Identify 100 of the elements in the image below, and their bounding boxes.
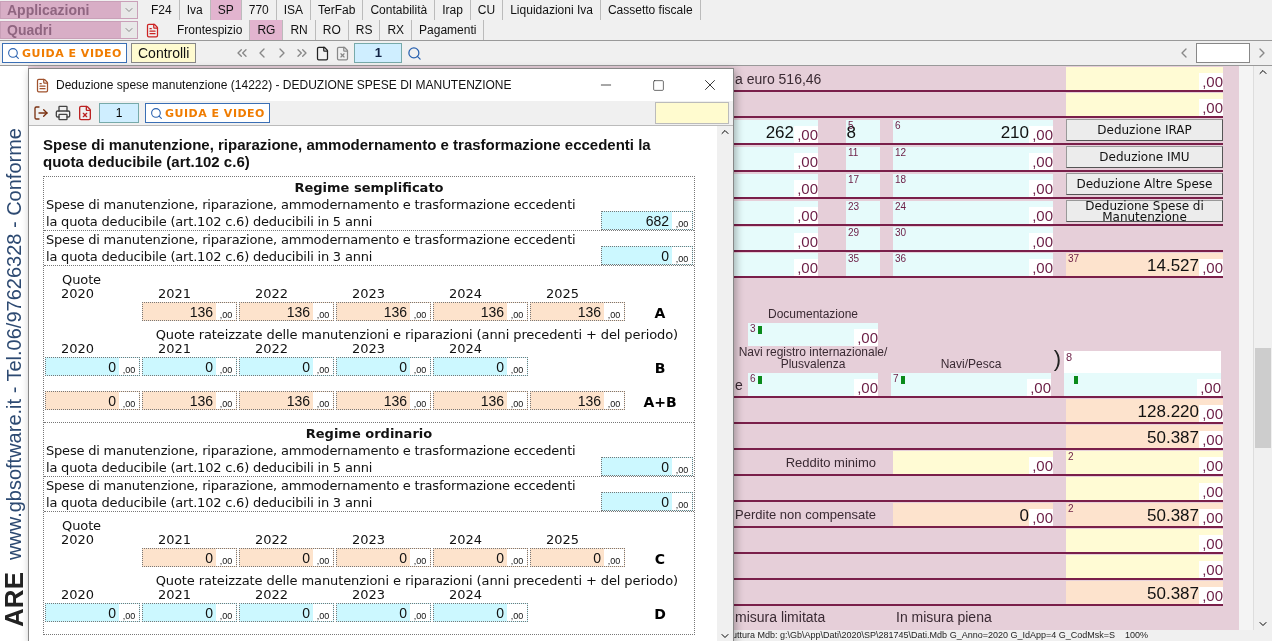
printer-icon[interactable] xyxy=(55,105,71,121)
zoom-field[interactable] xyxy=(1196,43,1250,63)
amount-field[interactable]: 2 ,00 xyxy=(1066,451,1223,474)
year-label: 2022 xyxy=(253,588,290,602)
field-label: Navi registro internazionale/ Plusvalenza xyxy=(737,346,889,370)
amount-field[interactable]: 35 xyxy=(846,253,880,276)
amount-field[interactable]: 136 ,00 xyxy=(142,302,237,321)
amount-field[interactable]: ,00 xyxy=(732,147,818,170)
exit-icon[interactable] xyxy=(33,105,49,121)
amount-field[interactable]: 0 ,00 xyxy=(142,548,237,567)
year-label: 2021 xyxy=(156,287,193,301)
amount-field[interactable]: 36 ,00 xyxy=(893,253,1053,276)
amount-field[interactable]: 12 ,00 xyxy=(893,147,1053,170)
amount-field[interactable]: ,00 xyxy=(1064,373,1221,396)
amount-field[interactable]: 7 ,00 xyxy=(891,373,1051,396)
amount-field[interactable]: 0 ,00 xyxy=(336,603,431,622)
amount-field[interactable]: 136 ,00 xyxy=(142,391,237,410)
note-field[interactable] xyxy=(655,102,729,124)
amount-field[interactable]: 128.220 ,00 xyxy=(1066,399,1223,422)
year-label: 2025 xyxy=(544,533,581,547)
amount-field[interactable]: ,00 xyxy=(893,451,1053,474)
amount-label: Spese di manutenzione, riparazione, ammodernamento e trasformazione eccedenti la quota deducibile (art.102 c.6) deducibili in 5 anni xyxy=(45,442,577,476)
deduction-button[interactable]: Deduzione Spese di Manutenzione xyxy=(1066,200,1223,222)
amount-field[interactable]: 0 ,00 xyxy=(893,503,1053,526)
pdf-icon[interactable] xyxy=(144,22,160,38)
amount-field[interactable]: ,00 xyxy=(732,174,818,197)
amount-field[interactable]: 29 xyxy=(846,227,880,250)
year-label: 2023 xyxy=(350,342,387,356)
amount-field[interactable]: 136 ,00 xyxy=(336,391,431,410)
amount-field[interactable]: 50.387 ,00 xyxy=(1066,425,1223,448)
scroll-thumb[interactable] xyxy=(1255,348,1271,448)
amount-field[interactable]: ,00 xyxy=(732,201,818,224)
amount-field[interactable]: 0 ,00 xyxy=(45,391,140,410)
amount-field[interactable]: 11 xyxy=(846,147,880,170)
amount-field[interactable]: 0 ,00 xyxy=(336,548,431,567)
deduction-button[interactable]: Deduzione IMU xyxy=(1066,146,1223,168)
amount-field[interactable]: 0 ,00 xyxy=(433,357,528,376)
amount-field[interactable]: 0 ,00 xyxy=(45,357,140,376)
amount-field[interactable]: 2 50.387 ,00 xyxy=(1066,503,1223,526)
amount-field[interactable]: ,00 xyxy=(1066,529,1223,552)
amount-field[interactable]: 0 ,00 xyxy=(433,548,528,567)
amount-field[interactable]: 37 14.527 ,00 xyxy=(1066,253,1223,276)
controls-button[interactable]: Controlli xyxy=(131,43,197,63)
search-page-icon[interactable] xyxy=(406,45,423,61)
amount-field[interactable]: 0 ,00 xyxy=(239,357,334,376)
amount-field[interactable]: 136 ,00 xyxy=(336,302,431,321)
amount-field[interactable]: 136 ,00 xyxy=(433,302,528,321)
amount-field[interactable]: ,00 xyxy=(732,227,818,250)
amount-field[interactable]: ,00 xyxy=(1066,93,1223,116)
field-label: Reddito minimo xyxy=(784,455,877,472)
amount-field[interactable]: 0 ,00 xyxy=(45,603,140,622)
form-text: e xyxy=(734,377,744,395)
amount-field[interactable]: 18 ,00 xyxy=(893,174,1053,197)
amount-field[interactable]: 50.387 ,00 xyxy=(1066,581,1223,604)
page-field[interactable]: 1 xyxy=(99,103,139,123)
amount-field[interactable]: 136 ,00 xyxy=(530,302,625,321)
form-text: misura limitata xyxy=(734,609,827,627)
sheet-tab[interactable]: RG xyxy=(250,20,284,40)
amount-field[interactable]: ,00 xyxy=(1066,67,1223,90)
amount-field[interactable]: 0 ,00 xyxy=(142,603,237,622)
delete-page-icon[interactable] xyxy=(77,105,93,121)
amount-field[interactable]: ,00 xyxy=(1066,477,1223,500)
amount-field[interactable]: 0 ,00 xyxy=(530,548,625,567)
page-field[interactable]: 1 xyxy=(354,43,403,63)
field-label: Navi/Pesca xyxy=(939,358,1003,370)
amount-field[interactable]: 0 ,00 xyxy=(142,357,237,376)
amount-field[interactable]: 0 ,00 xyxy=(601,492,693,511)
contact-text: www.gbsoftware.it - Tel.06/97626328 - Conforme xyxy=(2,128,26,561)
amount-field[interactable]: 6 210 ,00 xyxy=(893,120,1053,143)
section-title: Regime semplificato xyxy=(293,179,445,196)
amount-field[interactable]: 6 ,00 xyxy=(748,373,878,396)
deduction-button[interactable]: Deduzione IRAP xyxy=(1066,119,1223,141)
amount-field[interactable]: 58 xyxy=(846,120,880,143)
amount-field[interactable]: 0 ,00 xyxy=(239,548,334,567)
amount-field[interactable]: ,00 xyxy=(1066,555,1223,578)
row-letter: D xyxy=(653,605,667,622)
amount-field[interactable]: 136 ,00 xyxy=(239,391,334,410)
amount-field[interactable]: 0 ,00 xyxy=(433,603,528,622)
deduction-button[interactable]: Deduzione Altre Spese xyxy=(1066,173,1223,195)
new-page-icon[interactable] xyxy=(314,45,331,61)
amount-field[interactable]: 262 ,00 xyxy=(732,120,818,143)
amount-field[interactable]: 0 ,00 xyxy=(601,457,693,476)
section-heading: Spese di manutenzione, riparazione, ammodernamento e trasformazione eccedenti la quota deducibile (art.102 c.6) xyxy=(43,136,652,170)
amount-field[interactable]: 0 ,00 xyxy=(601,246,693,265)
app-tab[interactable]: SP xyxy=(210,0,242,20)
amount-field[interactable]: 23 xyxy=(846,201,880,224)
amount-field[interactable]: 3 ,00 xyxy=(748,323,878,346)
amount-field[interactable]: 136 ,00 xyxy=(239,302,334,321)
amount-field[interactable]: ,00 xyxy=(732,253,818,276)
field-label: Perdite non compensate xyxy=(734,507,877,524)
amount-field[interactable]: 682 ,00 xyxy=(601,211,693,230)
amount-field[interactable]: 17 xyxy=(846,174,880,197)
scrollbar[interactable] xyxy=(1253,66,1272,630)
amount-field[interactable]: 24 ,00 xyxy=(893,201,1053,224)
amount-field[interactable]: 0 ,00 xyxy=(336,357,431,376)
amount-field[interactable]: 136 ,00 xyxy=(530,391,625,410)
year-label: 2024 xyxy=(448,342,484,356)
amount-field[interactable]: 0 ,00 xyxy=(239,603,334,622)
amount-field[interactable]: 30 ,00 xyxy=(893,227,1053,250)
amount-field[interactable]: 136 ,00 xyxy=(433,391,528,410)
